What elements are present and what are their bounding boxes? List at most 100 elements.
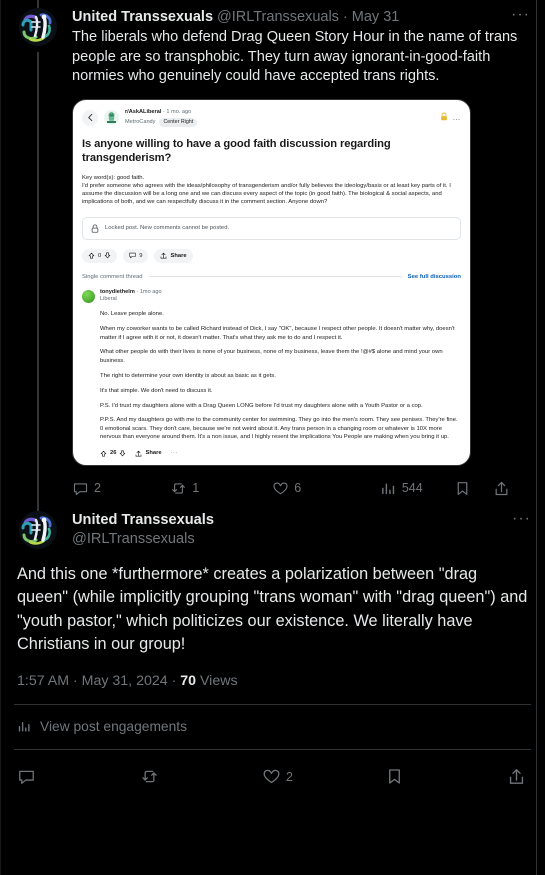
upvote-arrow-icon [100,450,107,457]
tweet-2-timestamp: 1:57 AM · May 31, 2024 · [17,672,181,689]
reddit-thread-separator: Single comment thread See full discussio… [82,274,461,280]
reddit-comment-paragraph: The right to determine your own identity… [100,372,276,379]
like-count: 2 [286,769,293,784]
reddit-post-actions: 0 9 Share [82,248,461,263]
bookmark-button[interactable] [454,480,493,497]
reddit-comment-share-group[interactable]: Share [135,450,162,457]
reply-button[interactable] [17,767,140,786]
downvote-arrow-icon [104,252,111,259]
reddit-commenter-flair: Liberal [100,295,117,302]
share-button[interactable] [507,767,531,786]
bookmark-button[interactable] [385,767,508,786]
repost-count: 1 [192,481,200,496]
reddit-comment-more-icon[interactable]: ··· [171,450,178,456]
repost-button[interactable]: 1 [170,480,272,497]
reddit-post-age: 1 mo. ago [166,108,192,115]
bookmark-icon [457,481,468,495]
reddit-locked-notice: Locked post. New comments cannot be post… [82,216,461,240]
reddit-comment-vote-group[interactable]: 26 [100,450,126,457]
reddit-meta-separator: · [162,108,165,115]
analytics-icon [18,722,30,732]
reddit-comments-pill[interactable]: 9 [123,248,149,263]
tweet-2[interactable]: United Transsexuals @IRLTranssexuals ···… [0,502,545,750]
reply-button[interactable]: 2 [72,480,170,497]
tweet-2-identity: United Transsexuals @IRLTranssexuals [62,511,506,549]
reddit-score: 0 [98,252,102,259]
share-button[interactable] [493,480,510,497]
view-post-engagements-label: View post engagements [40,719,188,735]
post-thread-page: United Transsexuals @IRLTranssexuals · M… [0,0,545,875]
view-post-engagements-button[interactable]: View post engagements [14,705,531,749]
reddit-post-header: r/AskALiberal · 1 mo. ago MetroCandy Cen… [82,107,461,129]
tweet-2-views-count: 70 [180,672,197,689]
reddit-body-paragraph: Key word(s): good faith. [82,174,145,181]
like-button[interactable]: 2 [262,767,385,786]
like-button[interactable]: 6 [272,480,380,497]
reddit-separator-line [148,276,402,278]
thread-connector-stub [37,502,39,511]
reddit-post-meta: r/AskALiberal · 1 mo. ago MetroCandy Cen… [125,108,198,128]
tweet-2-display-name[interactable]: United Transsexuals [72,511,506,530]
reddit-comment-share-label: Share [145,450,162,457]
upvote-arrow-icon [88,252,95,259]
tweet-1-body: United Transsexuals @IRLTranssexuals · M… [62,7,536,505]
views-button[interactable]: 544 [380,480,454,497]
reddit-commenter-name[interactable]: tonydiethelm [100,289,135,295]
reddit-comment-header: tonydiethelm · 1mo ago [100,289,461,296]
avatar[interactable] [19,8,57,46]
reddit-share-pill[interactable]: Share [154,248,193,263]
repost-button[interactable] [140,767,263,786]
tweet-1-header: United Transsexuals @IRLTranssexuals · M… [72,7,534,27]
reddit-thread-label: Single comment thread [82,273,143,280]
downvote-arrow-icon [120,450,126,456]
reddit-body-paragraph: I'd prefer someone who agrees with the i… [82,182,451,206]
tweet-2-more-icon[interactable]: ··· [506,510,531,527]
tweet-2-header: United Transsexuals @IRLTranssexuals ··· [14,502,531,549]
reddit-comment-paragraph: P.P.S. And my daughters go with me to th… [100,417,458,441]
tweet-2-avatar-column [14,502,62,549]
tweet-1-display-name[interactable]: United Transsexuals [72,8,213,27]
back-arrow-icon[interactable] [82,109,98,126]
reddit-author-flair: Center Right [159,117,198,128]
reddit-card-inner: r/AskALiberal · 1 mo. ago MetroCandy Cen… [73,100,470,465]
reply-count: 2 [94,481,101,496]
thread-connector-line [37,52,39,509]
reply-icon [19,770,34,785]
repost-icon [141,770,157,783]
reddit-header-actions: … [440,112,462,123]
reddit-comment-paragraph: It's that simple. We don't need to discu… [100,387,213,394]
tweet-1-date[interactable]: May 31 [352,8,400,27]
share-icon [495,481,508,495]
tweet-1-handle[interactable]: @IRLTranssexuals [217,8,339,27]
reddit-post-body: Key word(s): good faith. I'd prefer some… [82,174,461,207]
lock-icon [440,112,448,123]
reddit-post-title[interactable]: Is anyone willing to have a good faith d… [82,137,461,165]
tweet-2-text: And this one *furthermore* creates a pol… [17,564,528,654]
views-count: 544 [401,481,423,496]
share-icon [161,252,167,259]
reddit-more-icon[interactable]: … [453,114,462,122]
tweet-1[interactable]: United Transsexuals @IRLTranssexuals · M… [0,0,545,509]
reddit-vote-pill[interactable]: 0 [82,248,118,263]
share-icon [509,769,524,785]
reddit-full-discussion-link[interactable]: See full discussion [408,274,461,280]
subreddit-avatar-icon[interactable] [104,110,119,125]
heart-icon [263,769,280,784]
tweet-2-handle[interactable]: @IRLTranssexuals [72,530,506,549]
reddit-author[interactable]: MetroCandy [125,118,155,127]
share-icon [136,450,142,457]
reddit-comment-paragraph: P.S. I'd trust my daughters alone with a… [100,402,423,409]
reddit-comment-paragraph: What other people do with their lives is… [100,349,443,364]
bookmark-icon [388,769,400,784]
like-count: 6 [294,481,302,496]
reddit-commenter-avatar[interactable] [82,289,95,303]
embedded-reddit-screenshot[interactable]: r/AskALiberal · 1 mo. ago MetroCandy Cen… [72,98,471,466]
comment-bubble-icon [129,252,136,259]
reddit-share-label: Share [170,252,187,259]
avatar[interactable] [19,510,57,549]
reddit-subreddit-name[interactable]: r/AskALiberal [125,109,161,115]
tweet-1-more-icon[interactable]: ··· [507,7,534,23]
reddit-comment-count: 9 [139,252,143,259]
reddit-comment-paragraph: No. Leave people alone. [100,311,164,318]
reddit-comment-content: tonydiethelm · 1mo ago Liberal No. Leave… [100,289,461,457]
